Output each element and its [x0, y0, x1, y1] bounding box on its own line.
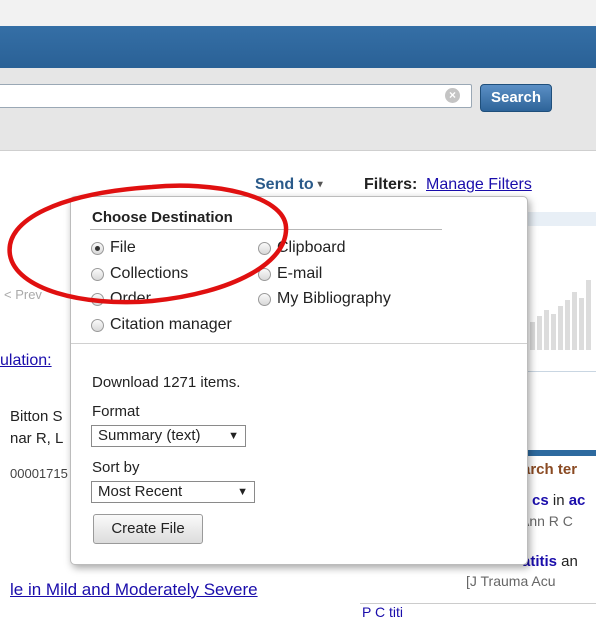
- related-term-source-2: [J Trauma Acu: [466, 573, 556, 589]
- search-button[interactable]: Search: [480, 84, 552, 112]
- term-1-joiner: in: [548, 492, 569, 509]
- popup-section-divider: [71, 343, 527, 344]
- related-term-link-1[interactable]: cs in ac: [532, 492, 585, 509]
- results-by-year-bars: [530, 280, 591, 350]
- year-bar: [551, 314, 556, 350]
- destination-my-bibliography-label: My Bibliography: [277, 290, 391, 307]
- manage-filters-link[interactable]: Manage Filters: [426, 176, 532, 194]
- radio-citation-manager[interactable]: [91, 318, 104, 332]
- download-count-text: Download 1271 items.: [92, 374, 241, 391]
- term-1-keyword: cs: [532, 492, 549, 509]
- header-band: [0, 26, 596, 68]
- year-bar: [558, 306, 563, 350]
- year-bar: [565, 300, 570, 350]
- year-bar: [579, 298, 584, 350]
- result-authors-line-2: nar R, L: [10, 430, 64, 447]
- format-label: Format: [92, 403, 140, 420]
- year-bar: [572, 292, 577, 350]
- related-term-link-3[interactable]: P C titi: [362, 604, 403, 620]
- sort-by-select[interactable]: Most Recent ▼: [91, 481, 255, 503]
- destination-citation-manager[interactable]: Citation manager: [91, 316, 232, 334]
- year-bar: [586, 280, 591, 350]
- results-by-year-header: [526, 212, 596, 226]
- term-1-keyword-2: ac: [568, 492, 586, 509]
- filters-label: Filters:: [364, 176, 418, 193]
- sort-by-selected-value: Most Recent: [98, 483, 183, 500]
- format-selected-value: Summary (text): [98, 427, 201, 444]
- dropdown-arrow-icon: ▼: [228, 430, 239, 442]
- result-title-link[interactable]: ulation:: [0, 352, 52, 370]
- destination-citation-manager-label: Citation manager: [110, 316, 232, 333]
- search-input[interactable]: [0, 84, 472, 108]
- clear-icon[interactable]: ×: [445, 88, 460, 103]
- result-identifier: 00001715: [10, 466, 68, 481]
- chevron-down-icon: ▾: [317, 179, 323, 190]
- create-file-button[interactable]: Create File: [93, 514, 203, 544]
- year-bar: [530, 322, 535, 350]
- related-term-link-2[interactable]: atitis an: [522, 553, 578, 570]
- sort-by-label: Sort by: [92, 459, 140, 476]
- top-bar: [0, 0, 596, 26]
- year-bar: [537, 316, 542, 350]
- result-title-link-2[interactable]: le in Mild and Moderately Severe: [10, 580, 258, 600]
- year-bar: [544, 310, 549, 350]
- format-select[interactable]: Summary (text) ▼: [91, 425, 246, 447]
- search-terms-title: arch ter: [522, 461, 578, 478]
- dropdown-arrow-icon: ▼: [237, 486, 248, 498]
- result-authors-line-1: Bitton S: [10, 408, 63, 425]
- red-annotation-ellipse: [7, 183, 289, 305]
- term-2-joiner: an: [557, 553, 578, 570]
